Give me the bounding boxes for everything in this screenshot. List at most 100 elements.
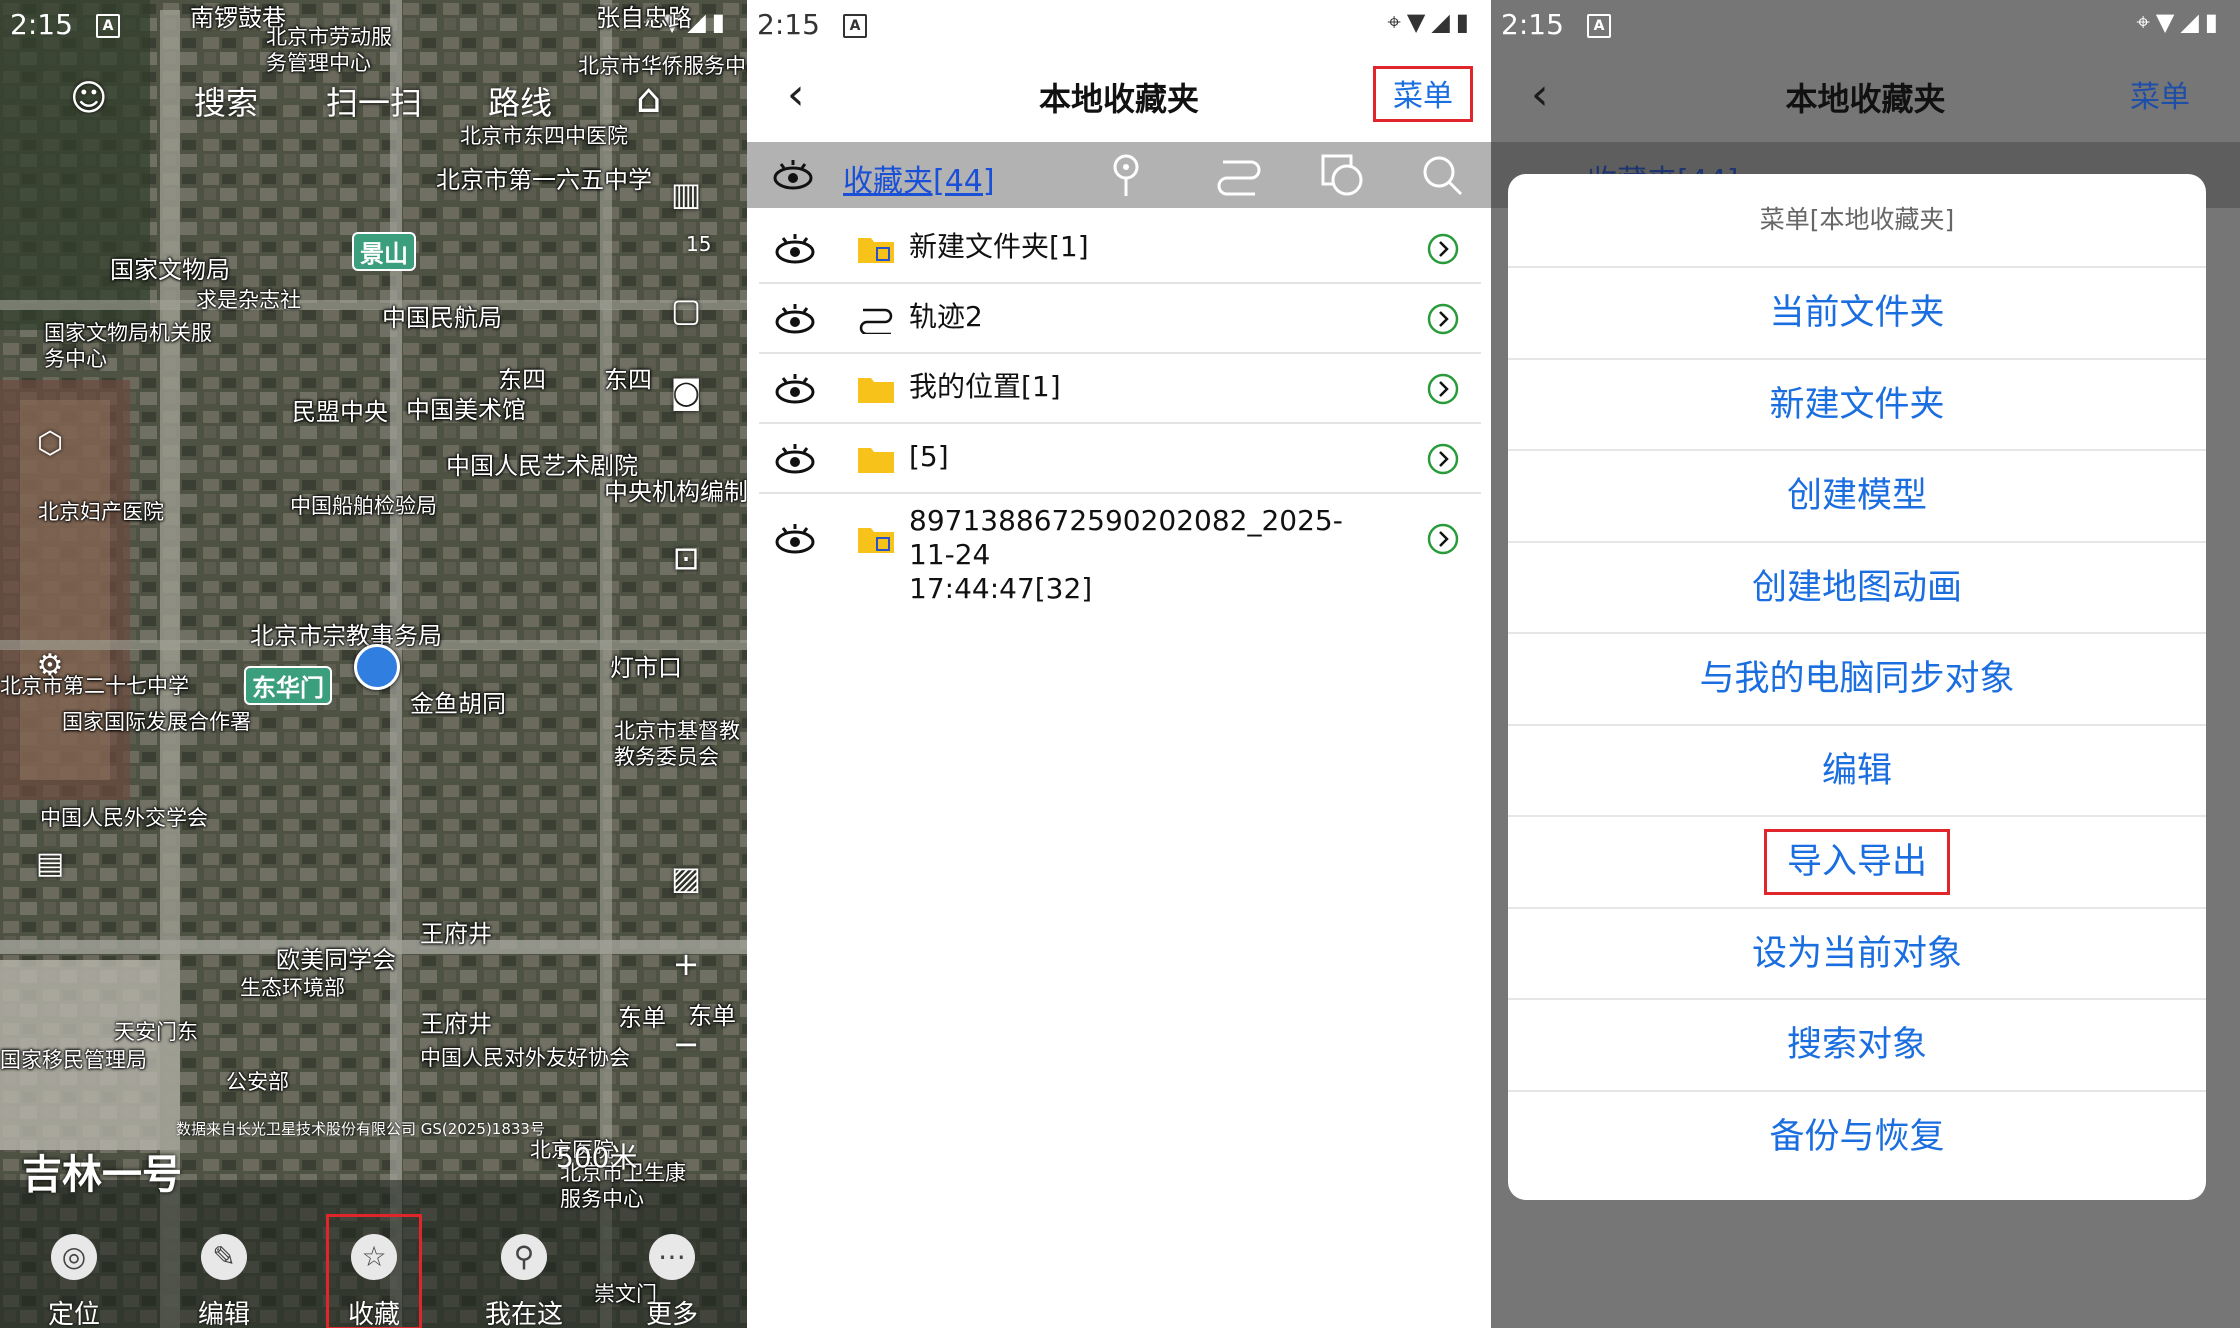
nav-edit-label: 编辑 (197, 1300, 250, 1328)
title-bar: ‹ 本地收藏夹 菜单 (747, 50, 1491, 142)
shape-icon[interactable] (1317, 150, 1367, 200)
list-item-label: [5] (909, 440, 949, 473)
eye-icon[interactable] (773, 372, 817, 406)
go-arrow-icon[interactable] (1427, 523, 1459, 555)
scan-tab[interactable]: 扫一扫 (326, 78, 422, 124)
map-label: 王府井 (420, 1010, 492, 1038)
menu-item-new-folder[interactable]: 新建文件夹 (1508, 360, 2206, 451)
camera-icon[interactable]: ◙ (660, 366, 712, 418)
notification-a-icon: A (96, 14, 120, 38)
route-tab[interactable]: 路线 (488, 78, 552, 124)
menu-item-label: 搜索对象 (1786, 1025, 1927, 1065)
map-label: 金鱼胡同 (410, 690, 506, 718)
menu-item-label: 与我的电脑同步对象 (1699, 659, 2015, 699)
map-label: 中国民航局 (382, 304, 502, 332)
search-icon[interactable] (1417, 150, 1467, 200)
status-icons: ⌖▼◢▮ (2136, 8, 2224, 36)
list-item[interactable]: 我的位置[1] (759, 354, 1481, 424)
settings-gear-icon[interactable]: ⚙ (24, 640, 76, 692)
map-label: 王府井 (420, 920, 492, 948)
map-label: 国家文物局 (110, 256, 230, 284)
page-title: 本地收藏夹 (1785, 80, 1946, 118)
eye-icon[interactable] (771, 154, 815, 198)
list-item[interactable]: [5] (759, 424, 1481, 494)
folder-shared-icon (858, 528, 894, 553)
trash-icon[interactable]: ▤ (24, 838, 76, 890)
menu-item-set-current[interactable]: 设为当前对象 (1508, 909, 2206, 1000)
go-arrow-icon[interactable] (1427, 233, 1459, 265)
nav-here-label: 我在这 (484, 1300, 563, 1328)
status-time: 2:15 (757, 8, 820, 41)
eye-icon[interactable] (773, 302, 817, 336)
3d-view-icon[interactable]: ⬡ (24, 418, 76, 470)
favorites-list: 新建文件夹[1] 轨迹2 我的位置[1] [5] 897138867259020… (759, 214, 1481, 605)
folder-icon (858, 448, 894, 473)
edit-icon: ✎ (201, 1234, 247, 1280)
notification-a-icon: A (843, 14, 867, 38)
menu-button[interactable]: 菜单 (1373, 66, 1473, 122)
menu-item-label: 编辑 (1821, 750, 1892, 791)
menu-button[interactable]: 菜单 (2130, 72, 2190, 116)
menu-item-edit[interactable]: 编辑 (1508, 726, 2206, 817)
map-label: 欧美同学会 (276, 946, 396, 974)
map-label: 中国美术馆 (406, 396, 526, 424)
menu-item-backup-restore[interactable]: 备份与恢复 (1508, 1092, 2206, 1184)
favorites-screen: 2:15 A ⌖▼◢▮ ‹ 本地收藏夹 菜单 收藏夹[44] 新建文件夹[1] … (747, 0, 1491, 1328)
overlay-icon[interactable]: ▢ (660, 284, 712, 336)
pin-icon[interactable] (1101, 150, 1151, 200)
layers-map-icon[interactable]: ▥ (660, 168, 712, 220)
map-label: 北京市东四中医院 (460, 124, 628, 148)
more-icon: ⋯ (649, 1234, 695, 1280)
folder-shared-icon (858, 238, 894, 263)
nav-edit[interactable]: ✎ 编辑 (164, 1208, 284, 1328)
go-arrow-icon[interactable] (1427, 443, 1459, 475)
list-item-label: 新建文件夹[1] (909, 230, 1089, 263)
menu-dialog: 菜单[本地收藏夹] 当前文件夹 新建文件夹 创建模型 创建地图动画 与我的电脑同… (1508, 174, 2206, 1200)
list-item[interactable]: 8971388672590202082_2025-11-24 17:44:47[… (759, 494, 1481, 605)
status-time: 2:15 (1501, 8, 1564, 41)
search-tab[interactable]: 搜索 (194, 78, 258, 124)
eye-icon[interactable] (773, 232, 817, 266)
ruler-icon[interactable]: ▨ (660, 852, 712, 904)
status-bar: 2:15 A ⌖▼◢▮ (1491, 0, 2240, 50)
favorites-highlight-box (326, 1214, 422, 1328)
map-label: 中国船舶检验局 (290, 494, 437, 518)
jilin-logo: 吉林一号 (22, 1152, 182, 1198)
menu-item-label: 创建地图动画 (1751, 567, 1962, 608)
user-avatar-icon[interactable]: ☺ (70, 78, 116, 124)
list-item-label-line1: 8971388672590202082_2025-11-24 (909, 504, 1343, 571)
home-icon[interactable]: ⌂ (636, 76, 661, 122)
go-arrow-icon[interactable] (1427, 373, 1459, 405)
screenshot-icon[interactable]: ⊡ (660, 532, 712, 584)
eye-icon[interactable] (773, 522, 817, 556)
eye-icon[interactable] (773, 442, 817, 476)
nav-more-label: 更多 (645, 1300, 698, 1328)
nav-more[interactable]: ⋯ 更多 (612, 1208, 732, 1328)
menu-item-import-export[interactable]: 导入导出 (1508, 817, 2206, 909)
menu-item-search[interactable]: 搜索对象 (1508, 1000, 2206, 1092)
map-label: 中国人民外交学会 (40, 806, 208, 830)
menu-item-current-folder[interactable]: 当前文件夹 (1508, 268, 2206, 360)
zoom-out-icon[interactable]: − (660, 1018, 712, 1070)
notification-a-icon: A (1587, 14, 1611, 38)
map-label: 天安门东 (114, 1020, 198, 1044)
map-label: 国家文物局机关服务中心 (44, 321, 212, 371)
menu-item-label: 导入导出 (1763, 829, 1950, 895)
map-label: 公安部 (226, 1070, 289, 1094)
list-item[interactable]: 轨迹2 (759, 284, 1481, 354)
track-icon (859, 308, 893, 334)
nav-locate[interactable]: ◎ 定位 (14, 1208, 134, 1328)
favorites-toolbar: 收藏夹[44] (747, 142, 1491, 208)
nav-here[interactable]: ⚲ 我在这 (464, 1208, 584, 1328)
menu-item-create-model[interactable]: 创建模型 (1508, 451, 2206, 543)
go-arrow-icon[interactable] (1427, 303, 1459, 335)
list-item[interactable]: 新建文件夹[1] (759, 214, 1481, 284)
menu-item-create-animation[interactable]: 创建地图动画 (1508, 543, 2206, 634)
favorites-folder-link[interactable]: 收藏夹[44] (843, 156, 995, 200)
track-icon[interactable] (1213, 150, 1263, 200)
menu-item-sync-pc[interactable]: 与我的电脑同步对象 (1508, 634, 2206, 726)
map-screen: 2:15 A ⌖▼◢▮ ☺ 搜索 扫一扫 路线 ⌂ 南锣鼓巷 张自忠路 北京市劳… (0, 0, 747, 1328)
menu-item-label: 设为当前对象 (1751, 933, 1962, 974)
map-label: 景山 (352, 232, 416, 271)
zoom-in-icon[interactable]: + (660, 938, 712, 990)
